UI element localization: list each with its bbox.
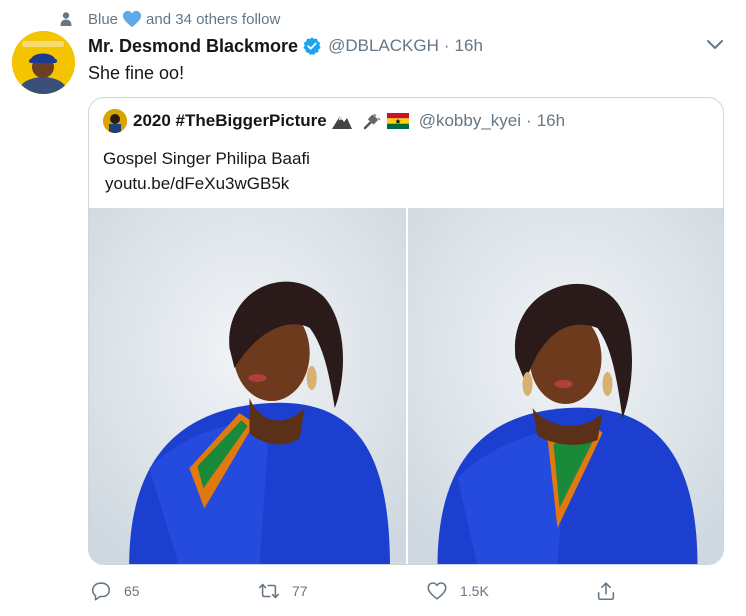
photo-left[interactable] [89,208,406,564]
reply-count: 65 [124,583,140,599]
timestamp[interactable]: 16h [455,36,483,56]
retweet-button[interactable]: 77 [258,578,308,604]
ghana-flag-icon [386,113,409,129]
separator: · [443,36,450,55]
tweet-header: Mr. Desmond Blackmore @DBLACKGH · 16h [88,35,483,57]
tweet-actions: 65 77 1.5K [88,578,628,604]
quote-separator: · [526,111,532,130]
share-icon [597,582,615,601]
chevron-down-icon[interactable] [706,38,724,52]
quote-link[interactable]: youtu.be/dFeXu3wGB5k [103,171,310,196]
person-icon [60,12,72,26]
avatar-image [12,31,75,94]
heart-icon [123,10,142,28]
handle[interactable]: @DBLACKGH [328,36,439,56]
context-suffix: and 34 others follow [146,10,281,28]
share-button[interactable] [595,578,617,604]
like-icon [427,582,447,600]
quote-header: 2020 #TheBiggerPicture @kobby_kyei · 16h [103,109,565,133]
media-grid [89,208,723,564]
quote-tweet-card[interactable]: 2020 #TheBiggerPicture @kobby_kyei · 16h… [88,97,724,565]
display-name[interactable]: Mr. Desmond Blackmore [88,36,298,57]
verified-icon [303,37,321,56]
retweet-icon [258,583,280,599]
tweet-text: She fine oo! [88,63,185,83]
quote-timestamp[interactable]: 16h [537,111,565,131]
mountain-emoji-icon [331,116,352,129]
quote-display-name[interactable]: 2020 #TheBiggerPicture [133,111,327,131]
retweet-count: 77 [292,583,308,599]
like-count: 1.5K [460,583,489,599]
plug-emoji-icon [363,113,381,130]
quote-handle[interactable]: @kobby_kyei [419,111,521,131]
quote-avatar[interactable] [103,109,127,133]
like-button[interactable]: 1.5K [426,578,489,604]
reply-button[interactable]: 65 [90,578,140,604]
photo-right[interactable] [408,208,723,564]
avatar[interactable] [12,31,75,94]
quote-text: Gospel Singer Philipa Baafi [103,149,310,168]
reply-icon [91,582,111,601]
quote-text-block: Gospel Singer Philipa Baafi youtu.be/dFe… [103,146,310,196]
context-name[interactable]: Blue [88,11,118,28]
